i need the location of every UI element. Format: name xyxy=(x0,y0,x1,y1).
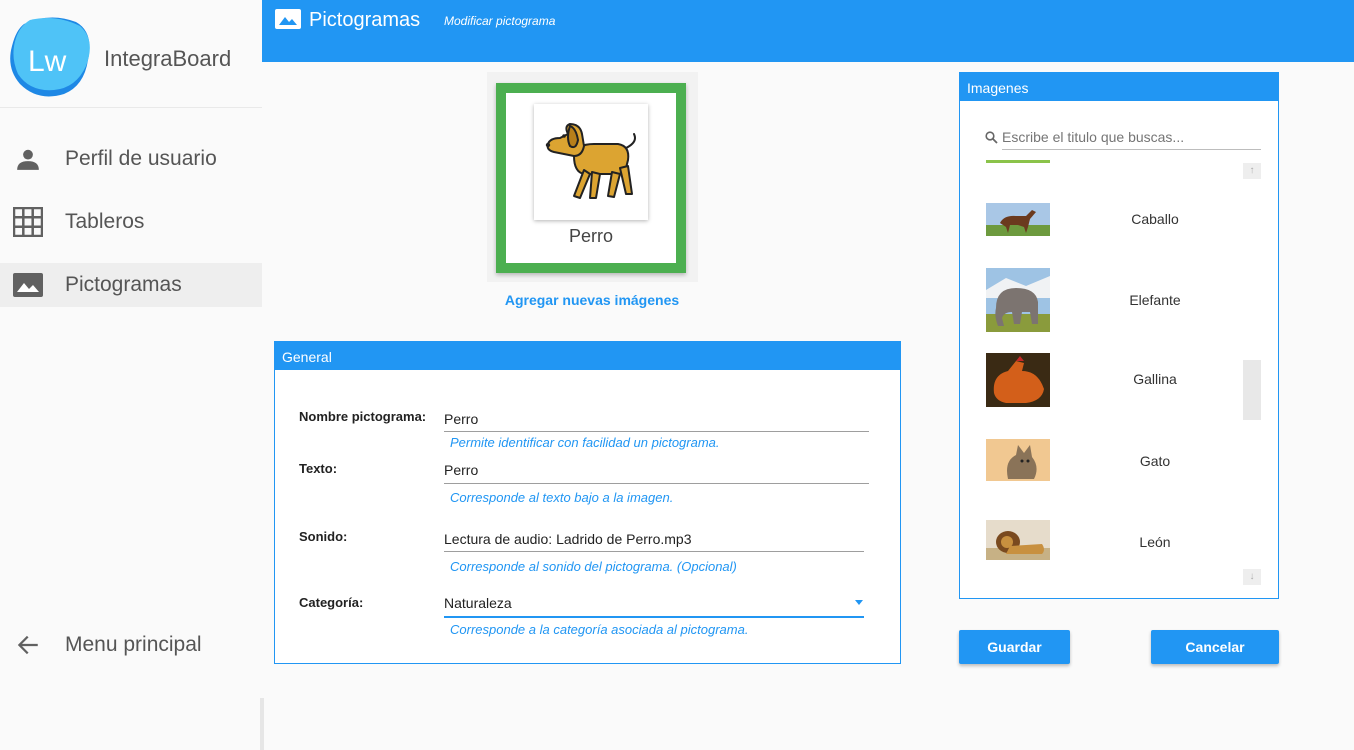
list-item[interactable]: Elefante xyxy=(960,268,1230,338)
page-title: Pictogramas xyxy=(309,9,421,31)
sidebar-item-profile[interactable]: Perfil de usuario xyxy=(0,137,262,181)
text-underline xyxy=(444,483,869,484)
sound-field[interactable]: Lectura de audio: Ladrido de Perro.mp3 xyxy=(444,531,692,547)
name-hint: Permite identificar con facilidad un pic… xyxy=(450,435,720,450)
scroll-up-button[interactable]: ↑ xyxy=(1243,163,1261,179)
image-label: Caballo xyxy=(1131,211,1179,227)
text-label: Texto: xyxy=(299,461,338,476)
image-label: León xyxy=(1139,534,1171,550)
elephant-image xyxy=(986,268,1050,332)
sound-underline xyxy=(444,551,864,552)
sound-hint: Corresponde al sonido del pictograma. (O… xyxy=(450,559,737,574)
list-item[interactable]: Caballo xyxy=(960,191,1230,261)
list-item[interactable]: León xyxy=(960,518,1230,588)
horse-image xyxy=(986,203,1050,236)
sidebar-edge xyxy=(260,698,264,750)
category-hint: Corresponde a la categoría asociada al p… xyxy=(450,622,749,637)
search-input[interactable] xyxy=(1002,129,1260,145)
search-underline xyxy=(1002,149,1261,150)
list-item[interactable]: Gato xyxy=(960,435,1230,505)
image-icon xyxy=(13,270,43,300)
partial-image-thumb xyxy=(986,160,1050,163)
pictogram-preview[interactable]: Perro xyxy=(496,83,686,273)
name-field[interactable]: Perro xyxy=(444,411,478,427)
arrow-back-icon xyxy=(13,630,43,660)
sidebar: Lw IntegraBoard Perfil de usuario Tabler… xyxy=(0,0,262,750)
sidebar-item-label: Perfil de usuario xyxy=(65,147,217,170)
list-item[interactable]: Gallina xyxy=(960,353,1230,423)
pictogram-image-card xyxy=(534,104,648,220)
general-panel-title: General xyxy=(275,342,900,370)
images-panel: Imagenes Caballo Elefante xyxy=(959,72,1279,599)
lion-image xyxy=(986,520,1050,560)
sidebar-item-boards[interactable]: Tableros xyxy=(0,200,262,244)
app-name: IntegraBoard xyxy=(104,46,232,71)
category-underline xyxy=(444,616,864,618)
cancel-button[interactable]: Cancelar xyxy=(1151,630,1279,664)
save-button[interactable]: Guardar xyxy=(959,630,1070,664)
image-icon xyxy=(275,9,301,29)
sidebar-item-label: Pictogramas xyxy=(65,273,182,296)
category-select[interactable]: Naturaleza xyxy=(444,595,512,611)
name-label: Nombre pictograma: xyxy=(299,409,427,424)
sound-label: Sonido: xyxy=(299,529,348,544)
search-icon xyxy=(985,131,998,144)
sidebar-item-pictograms[interactable]: Pictogramas xyxy=(0,263,262,307)
image-label: Elefante xyxy=(1129,292,1181,308)
person-icon xyxy=(13,144,43,174)
image-label: Gato xyxy=(1139,453,1171,469)
category-label: Categoría: xyxy=(299,595,364,610)
images-panel-title: Imagenes xyxy=(960,73,1278,101)
cat-image xyxy=(986,439,1050,481)
text-hint: Corresponde al texto bajo a la imagen. xyxy=(450,490,674,505)
page-subtitle: Modificar pictograma xyxy=(444,14,556,28)
back-to-main-menu[interactable]: Menu principal xyxy=(0,623,262,667)
pictogram-caption: Perro xyxy=(568,226,613,246)
dog-icon xyxy=(545,123,636,199)
scrollbar-thumb[interactable] xyxy=(1243,360,1261,420)
general-panel: General Nombre pictograma: Perro Permite… xyxy=(274,341,901,664)
text-field[interactable]: Perro xyxy=(444,462,478,478)
top-bar: Pictogramas Modificar pictograma xyxy=(262,0,1354,62)
image-label: Gallina xyxy=(1133,371,1177,387)
scroll-down-button[interactable]: ↓ xyxy=(1243,569,1261,585)
sidebar-item-label: Tableros xyxy=(65,210,145,233)
brand: Lw IntegraBoard xyxy=(0,0,262,108)
svg-text:Lw: Lw xyxy=(28,45,67,78)
hen-image xyxy=(986,353,1050,407)
logo-icon: Lw xyxy=(10,17,90,97)
add-new-images-link[interactable]: Agregar nuevas imágenes xyxy=(487,292,697,308)
chevron-down-icon[interactable] xyxy=(855,600,863,605)
name-underline xyxy=(444,431,869,432)
back-label: Menu principal xyxy=(65,633,202,656)
grid-icon xyxy=(13,207,43,237)
